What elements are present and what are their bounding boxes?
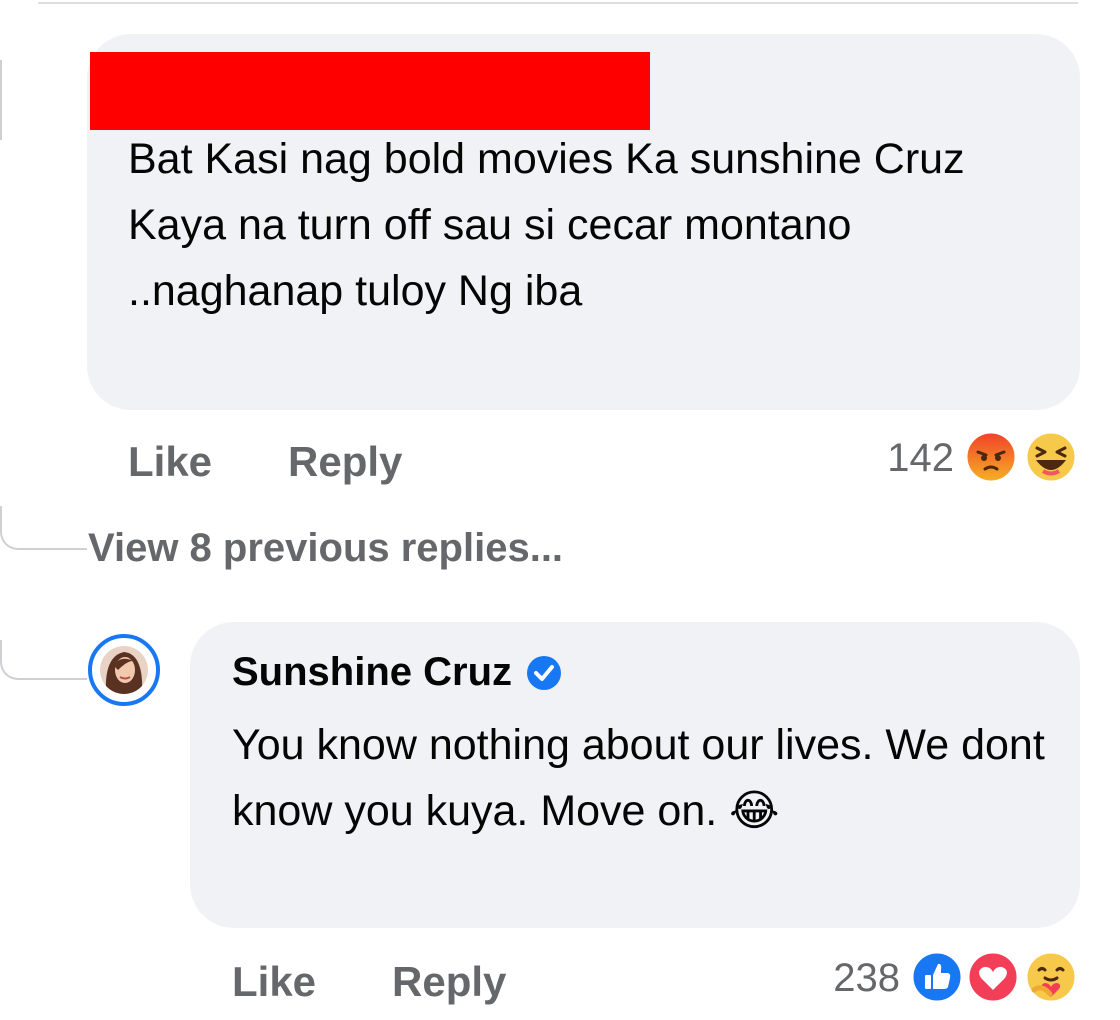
like-reaction-icon[interactable] [910, 950, 964, 1004]
thread-connector [0, 506, 87, 550]
divider [38, 2, 1078, 4]
reaction-count[interactable]: 238 [833, 956, 900, 1001]
avatar[interactable] [88, 634, 160, 706]
haha-reaction-icon[interactable] [1024, 430, 1078, 484]
reaction-count[interactable]: 142 [887, 436, 954, 481]
reply-button[interactable]: Reply [392, 958, 506, 1006]
care-reaction-icon[interactable] [1024, 950, 1078, 1004]
thread-line [0, 60, 2, 140]
view-previous-replies-link[interactable]: View 8 previous replies... [88, 526, 563, 571]
profile-photo [100, 646, 148, 694]
thread-connector [0, 640, 87, 680]
love-reaction-icon[interactable] [966, 950, 1020, 1004]
reply-text: You know nothing about our lives. We don… [232, 721, 1045, 835]
comment-text: Bat Kasi nag bold movies Ka sunshine Cru… [128, 135, 965, 315]
angry-reaction-icon[interactable] [964, 430, 1018, 484]
verified-badge-icon [527, 655, 562, 690]
redacted-author-name [90, 52, 650, 130]
like-button[interactable]: Like [128, 438, 212, 486]
author-name[interactable]: Sunshine Cruz [232, 650, 512, 695]
reply-button[interactable]: Reply [288, 438, 402, 486]
author-row: Sunshine Cruz [232, 650, 562, 695]
like-button[interactable]: Like [232, 958, 316, 1006]
